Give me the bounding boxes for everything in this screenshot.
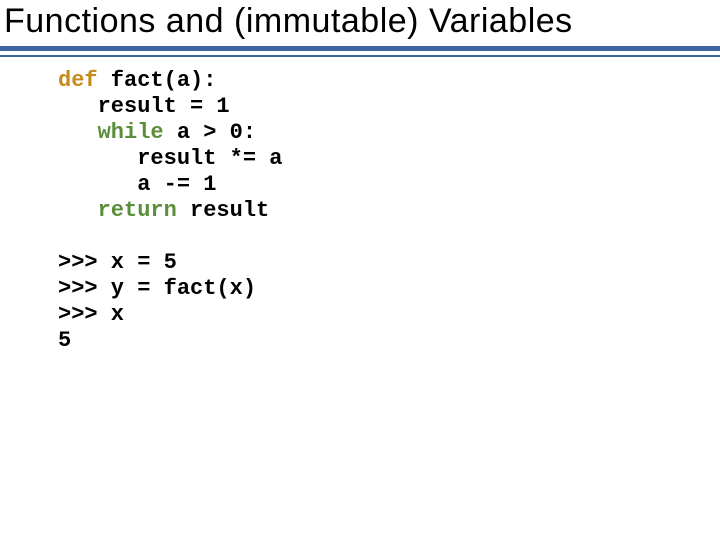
- keyword-while: while: [98, 120, 164, 145]
- slide: Functions and (immutable) Variables def …: [0, 0, 720, 540]
- repl-line-3: >>> x: [58, 302, 124, 327]
- title-rule-thin: [0, 55, 720, 57]
- code-block: def fact(a): result = 1 while a > 0: res…: [58, 68, 282, 354]
- keyword-return: return: [98, 198, 177, 223]
- keyword-def: def: [58, 68, 98, 93]
- return-expr: result: [177, 198, 269, 223]
- slide-title: Functions and (immutable) Variables: [4, 2, 573, 41]
- repl-line-1: >>> x = 5: [58, 250, 177, 275]
- fn-signature: fact(a):: [98, 68, 217, 93]
- code-line-2: result = 1: [58, 94, 230, 119]
- code-line-4: result *= a: [58, 146, 282, 171]
- code-line-6: return result: [58, 198, 269, 223]
- title-rule-thick: [0, 46, 720, 51]
- repl-line-2: >>> y = fact(x): [58, 276, 256, 301]
- code-line-5: a -= 1: [58, 172, 216, 197]
- code-line-3: while a > 0:: [58, 120, 256, 145]
- repl-output: 5: [58, 328, 71, 353]
- while-condition: a > 0:: [164, 120, 256, 145]
